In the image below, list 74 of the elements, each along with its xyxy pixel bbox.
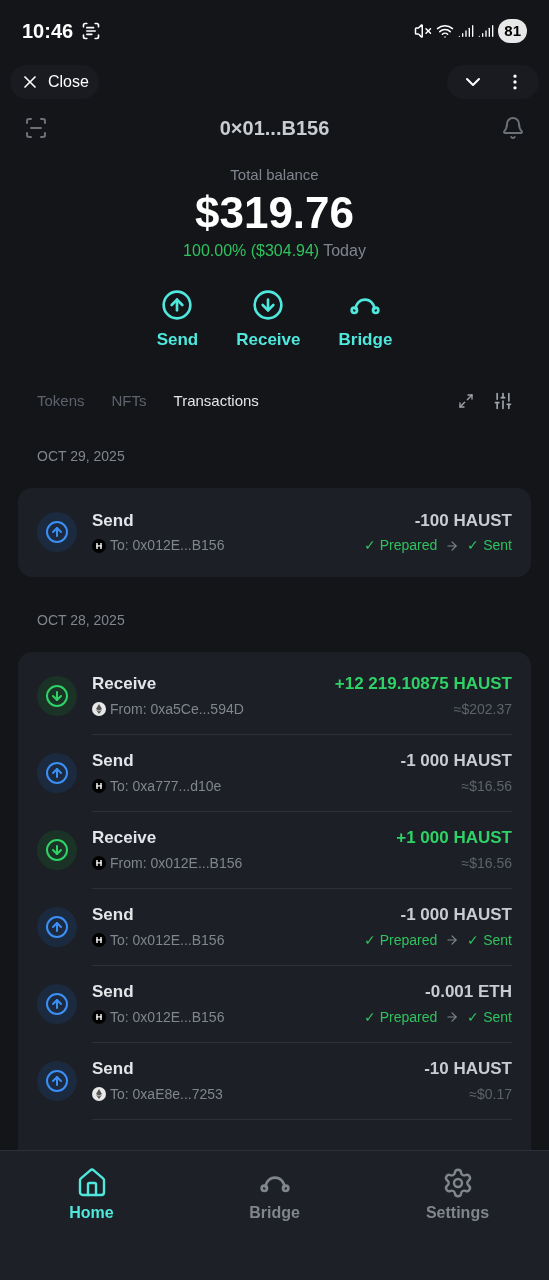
token-icon xyxy=(92,933,106,948)
send-icon xyxy=(161,288,194,321)
status-label: ✓ Prepared xyxy=(363,1007,438,1027)
notification-icon[interactable] xyxy=(501,116,525,140)
transaction-address: To: 0x012E...B156 xyxy=(110,536,225,556)
ethereum-icon xyxy=(92,1087,106,1102)
transaction-type: Send xyxy=(92,509,135,532)
expand-icon[interactable] xyxy=(458,393,474,410)
balance-label: Total balance xyxy=(230,165,319,185)
nav-item[interactable]: Home xyxy=(41,1167,142,1225)
transaction-address: From: 0xa5Ce...594D xyxy=(110,699,244,719)
receive-icon xyxy=(37,676,77,716)
usd-value: ≈$16.56 xyxy=(461,776,512,796)
send-icon xyxy=(37,1061,77,1101)
nav-item[interactable]: Bridge xyxy=(224,1167,325,1225)
send-icon xyxy=(37,907,77,947)
send-icon xyxy=(37,753,77,793)
transaction-amount: -1 000 HAUST xyxy=(400,750,512,773)
transaction-type: Send xyxy=(92,750,135,773)
token-icon xyxy=(92,1010,106,1025)
wallet-address: 0×01...B156 xyxy=(219,116,330,141)
transaction-address: To: 0x012E...B156 xyxy=(110,1007,225,1027)
transaction-amount: -1 000 HAUST xyxy=(400,904,512,927)
transaction-type: Send xyxy=(92,1058,135,1081)
tab[interactable]: Transactions xyxy=(173,390,259,413)
status-label: ✓ Prepared xyxy=(363,930,438,950)
change-period: Today xyxy=(323,240,366,261)
status-label: ✓ Prepared xyxy=(363,536,438,556)
transaction-amount: -100 HAUST xyxy=(414,509,512,532)
send-icon xyxy=(37,512,77,552)
status-label: ✓ Sent xyxy=(467,930,512,950)
transaction-type: Send xyxy=(92,904,135,927)
arrow-icon xyxy=(445,538,460,553)
transaction-type: Receive xyxy=(92,827,158,850)
transaction-address: To: 0xaE8e...7253 xyxy=(110,1084,223,1104)
transaction-amount: -10 HAUST xyxy=(424,1058,512,1081)
screenshot-icon xyxy=(81,21,102,41)
wifi-icon xyxy=(436,22,455,40)
signal-icon xyxy=(458,23,475,39)
status-label: ✓ Sent xyxy=(467,536,512,556)
status-time: 10:46 xyxy=(22,19,74,44)
transaction-type: Send xyxy=(92,981,135,1004)
status-label: ✓ Sent xyxy=(467,1007,512,1027)
signal-icon xyxy=(478,23,495,39)
nav-item[interactable]: Settings xyxy=(407,1167,508,1225)
scan-icon[interactable] xyxy=(24,116,48,140)
ethereum-icon xyxy=(92,702,106,717)
date-heading: OCT 29, 2025 xyxy=(37,447,125,464)
transaction-amount: +12 219.10875 HAUST xyxy=(334,673,512,696)
transaction-address: To: 0x012E...B156 xyxy=(110,930,225,950)
transaction-amount: +1 000 HAUST xyxy=(396,827,512,850)
send-icon xyxy=(37,984,77,1024)
close-button[interactable]: Close xyxy=(10,65,99,99)
action-button[interactable]: Send xyxy=(156,288,199,352)
balance-change: 100.00% ($304.94) xyxy=(183,240,320,261)
action-button[interactable]: Bridge xyxy=(338,288,393,352)
usd-value: ≈$16.56 xyxy=(461,853,512,873)
transaction-amount: -0.001 ETH xyxy=(425,981,512,1004)
token-icon xyxy=(92,538,106,553)
transaction-type: Receive xyxy=(92,673,158,696)
action-button[interactable]: Receive xyxy=(236,288,301,352)
receive-icon xyxy=(37,830,77,870)
battery-level: 81 xyxy=(498,18,527,44)
transaction-address: From: 0x012E...B156 xyxy=(110,853,243,873)
date-heading: OCT 28, 2025 xyxy=(37,611,125,628)
transaction-address: To: 0xa777...d10e xyxy=(110,776,222,796)
receive-icon xyxy=(252,288,285,321)
balance-amount: $319.76 xyxy=(194,186,355,239)
token-icon xyxy=(92,856,106,871)
mute-icon xyxy=(414,22,433,40)
usd-value: ≈$202.37 xyxy=(453,699,512,719)
filter-icon[interactable] xyxy=(493,391,513,412)
token-icon xyxy=(92,779,106,794)
usd-value: ≈$0.17 xyxy=(469,1084,512,1104)
